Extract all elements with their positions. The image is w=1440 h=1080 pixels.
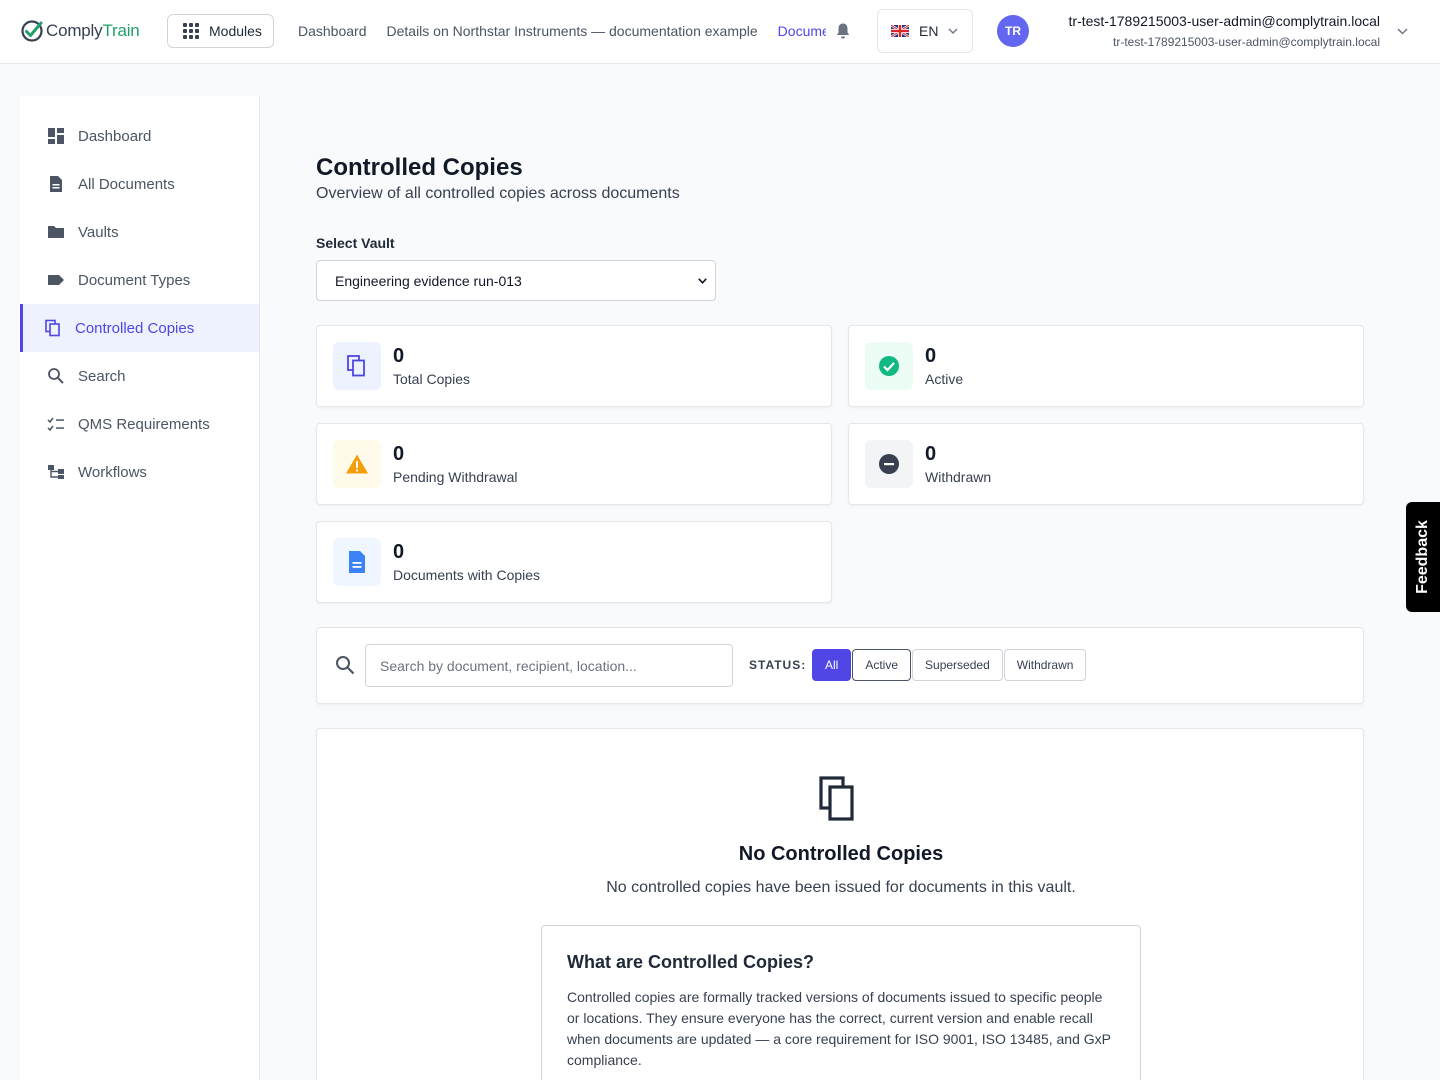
sidebar: Dashboard All Documents Vaults Document … [20, 96, 260, 1080]
user-menu-chevron-icon[interactable] [1397, 28, 1408, 35]
vault-select-value: Engineering evidence run-013 [335, 272, 522, 289]
bell-icon[interactable] [835, 22, 851, 40]
stat-card-total-copies: 0 Total Copies [316, 325, 832, 407]
sidebar-item-document-types[interactable]: Document Types [20, 256, 259, 304]
sidebar-item-label: Workflows [78, 463, 147, 481]
page-title: Controlled Copies [316, 154, 523, 181]
breadcrumb: Dashboard Details on Northstar Instrumen… [298, 23, 826, 39]
logo[interactable]: ComplyTrain [20, 18, 140, 44]
search-icon [336, 656, 355, 675]
sidebar-item-label: Controlled Copies [75, 319, 195, 337]
sidebar-item-dashboard[interactable]: Dashboard [20, 112, 259, 160]
modules-label: Modules [209, 23, 262, 39]
status-filter-superseded[interactable]: Superseded [912, 649, 1003, 681]
modules-button[interactable]: Modules [167, 14, 274, 48]
stat-value: 0 [393, 345, 405, 367]
logo-check-icon [21, 20, 43, 42]
breadcrumb-documents[interactable]: Documents [778, 23, 826, 39]
sidebar-item-controlled-copies[interactable]: Controlled Copies [20, 304, 259, 352]
sidebar-item-vaults[interactable]: Vaults [20, 208, 259, 256]
sidebar-item-label: Document Types [78, 271, 191, 289]
stat-card-documents-with-copies: 0 Documents with Copies [316, 521, 832, 603]
language-selector[interactable]: EN [877, 9, 973, 53]
stat-card-active: 0 Active [848, 325, 1364, 407]
breadcrumb-dashboard[interactable]: Dashboard [298, 23, 367, 39]
user-email: tr-test-1789215003-user-admin@complytrai… [1113, 35, 1380, 49]
sidebar-item-search[interactable]: Search [20, 352, 259, 400]
stat-card-pending-withdrawal: 0 Pending Withdrawal [316, 423, 832, 505]
filter-bar: STATUS: All Active Superseded Withdrawn [316, 627, 1364, 704]
status-filter-all[interactable]: All [812, 649, 852, 681]
status-filter-label: STATUS: [749, 658, 807, 672]
stat-label: Pending Withdrawal [393, 469, 518, 485]
stat-card-withdrawn: 0 Withdrawn [848, 423, 1364, 505]
status-filter-group: All Active Superseded Withdrawn [812, 649, 1087, 681]
dashboard-icon [47, 127, 65, 145]
avatar[interactable]: TR [997, 15, 1029, 47]
sidebar-item-workflows[interactable]: Workflows [20, 448, 259, 496]
sidebar-item-label: Dashboard [78, 127, 152, 145]
minus-circle-icon [865, 440, 913, 488]
sidebar-item-label: Vaults [78, 223, 119, 241]
stat-value: 0 [925, 443, 937, 465]
vault-select-label: Select Vault [316, 235, 395, 251]
copy-icon [819, 776, 854, 821]
info-box: What are Controlled Copies? Controlled c… [541, 925, 1141, 1080]
label-icon [47, 271, 65, 289]
status-filter-active[interactable]: Active [852, 649, 912, 681]
logo-text: ComplyTrain [46, 21, 140, 40]
folder-icon [47, 223, 65, 241]
stat-label: Total Copies [393, 371, 471, 387]
grid-icon [183, 23, 199, 39]
user-name: tr-test-1789215003-user-admin@complytrai… [1068, 13, 1380, 29]
sidebar-item-label: All Documents [78, 175, 175, 193]
search-input[interactable] [365, 644, 733, 687]
copy-icon [44, 319, 62, 337]
stat-value: 0 [925, 345, 937, 367]
checklist-icon [47, 415, 65, 433]
top-header: ComplyTrain Modules Dashboard Details on… [0, 0, 1440, 64]
chevron-down-icon [698, 278, 707, 284]
feedback-label: Feedback [1414, 520, 1431, 594]
empty-state-card: No Controlled Copies No controlled copie… [316, 728, 1364, 1080]
status-filter-withdrawn[interactable]: Withdrawn [1003, 649, 1087, 681]
info-title: What are Controlled Copies? [567, 952, 815, 972]
empty-state-description: No controlled copies have been issued fo… [606, 879, 1076, 896]
sidebar-item-label: QMS Requirements [78, 415, 210, 433]
search-icon [47, 367, 65, 385]
document-icon [333, 538, 381, 586]
document-icon [47, 175, 65, 193]
chevron-down-icon [948, 28, 958, 34]
page-subtitle: Overview of all controlled copies across… [316, 185, 680, 202]
stat-label: Active [925, 371, 964, 387]
sidebar-item-label: Search [78, 367, 126, 385]
uk-flag-icon [891, 25, 909, 37]
feedback-button[interactable]: Feedback [1406, 502, 1440, 612]
empty-state-title: No Controlled Copies [738, 843, 944, 865]
copy-icon [333, 342, 381, 390]
breadcrumb-details[interactable]: Details on Northstar Instruments — docum… [387, 23, 758, 39]
stat-label: Documents with Copies [393, 567, 541, 583]
workflow-icon [47, 463, 65, 481]
stat-label: Withdrawn [925, 469, 992, 485]
info-text: Controlled copies are formally tracked v… [567, 989, 1111, 1068]
sidebar-item-all-documents[interactable]: All Documents [20, 160, 259, 208]
vault-select[interactable]: Engineering evidence run-013 [316, 260, 716, 301]
stat-value: 0 [393, 443, 405, 465]
sidebar-item-qms-requirements[interactable]: QMS Requirements [20, 400, 259, 448]
warning-icon [333, 440, 381, 488]
stat-value: 0 [393, 541, 405, 563]
check-circle-icon [865, 342, 913, 390]
language-label: EN [919, 23, 939, 39]
